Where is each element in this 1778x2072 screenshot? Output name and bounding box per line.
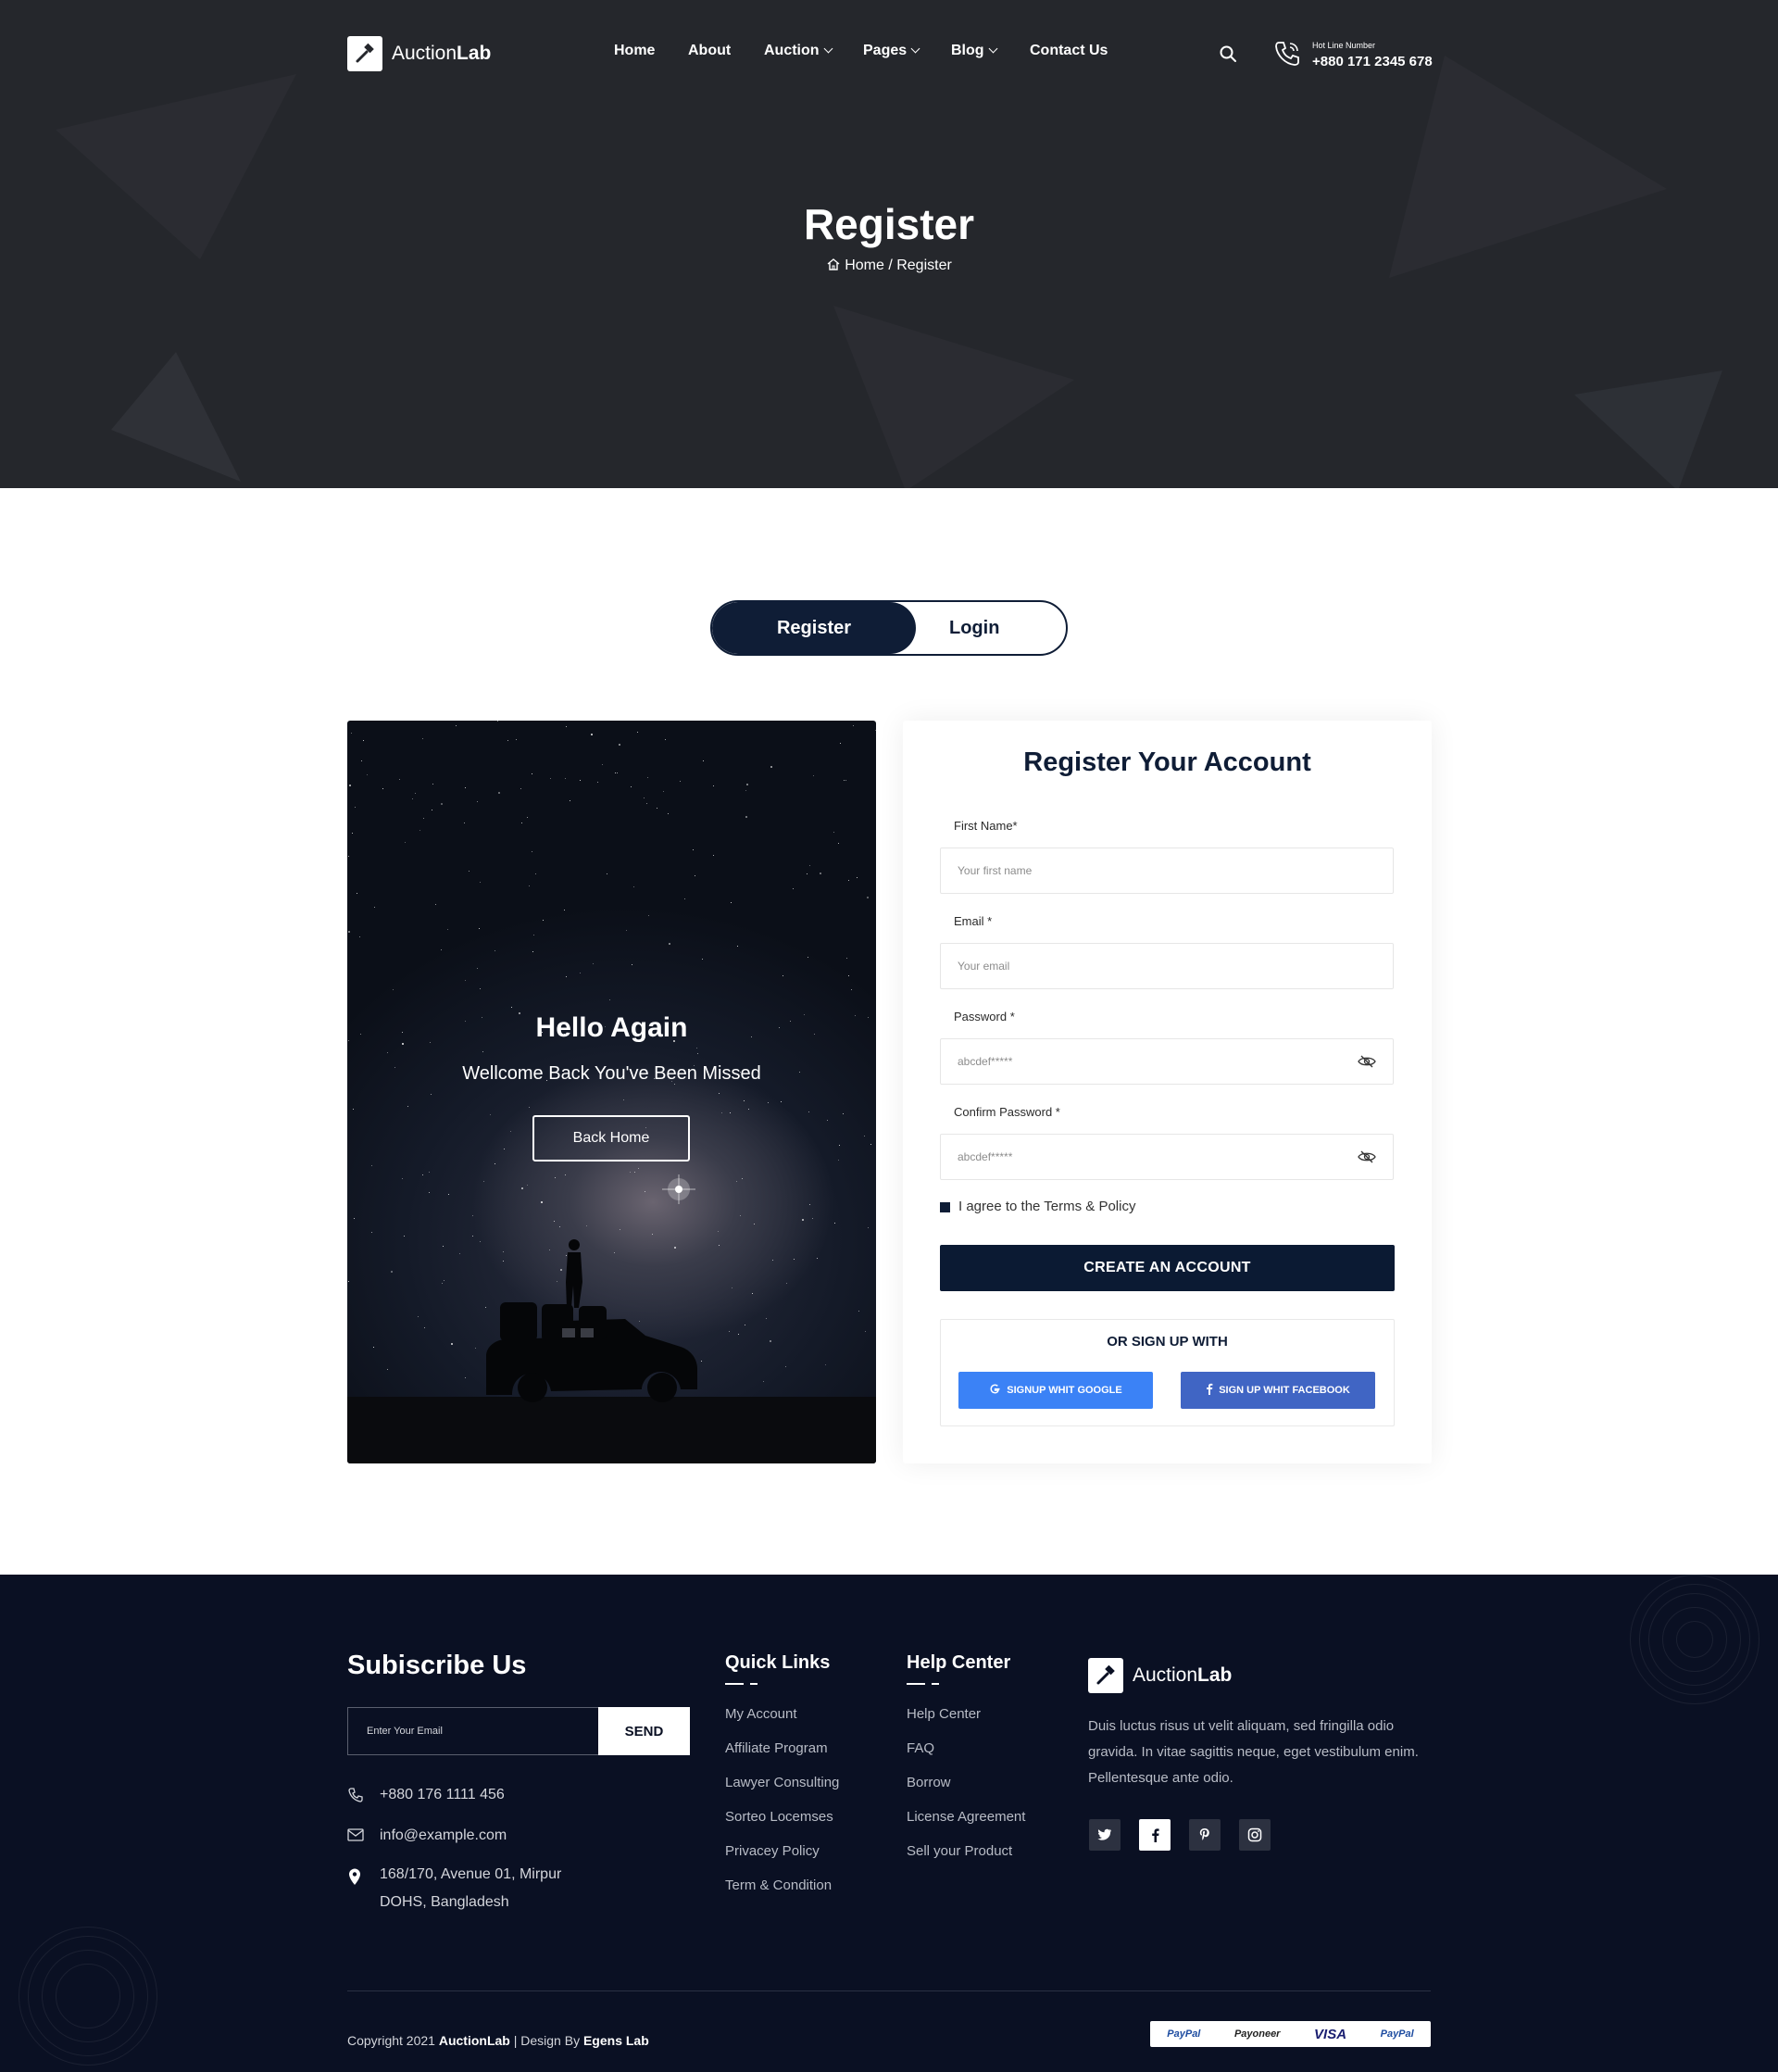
paypal-icon: PayPal <box>1167 2028 1201 2040</box>
underline-decoration <box>725 1683 744 1685</box>
chevron-down-icon <box>988 44 997 54</box>
chevron-down-icon <box>823 44 833 54</box>
quick-link-privacy[interactable]: Privacey Policy <box>725 1843 820 1859</box>
help-link-sell[interactable]: Sell your Product <box>907 1843 1012 1859</box>
site-logo[interactable]: AuctionLab <box>347 36 491 71</box>
help-link-faq[interactable]: FAQ <box>907 1740 934 1756</box>
footer-address-line1: 168/170, Avenue 01, Mirpur <box>380 1866 562 1882</box>
create-account-button[interactable]: CREATE AN ACCOUNT <box>940 1245 1395 1291</box>
subscribe-email-input[interactable] <box>347 1707 598 1755</box>
chevron-down-icon <box>910 44 920 54</box>
site-logo-text: AuctionLab <box>392 43 492 64</box>
breadcrumb: Home / Register <box>0 257 1778 276</box>
footer-phone[interactable]: +880 176 1111 456 <box>380 1781 505 1809</box>
nav-contact[interactable]: Contact Us <box>1030 43 1108 59</box>
facebook-icon[interactable] <box>1139 1819 1171 1851</box>
tab-register[interactable]: Register <box>712 602 916 654</box>
visa-icon: VISA <box>1314 2026 1347 2042</box>
auth-toggle: Register Login <box>710 600 1068 656</box>
google-signup-button[interactable]: SIGNUP WHIT GOOGLE <box>958 1372 1153 1409</box>
payoneer-icon: Payoneer <box>1233 2028 1281 2040</box>
password-label: Password * <box>954 1010 1015 1023</box>
first-name-input[interactable] <box>940 848 1394 894</box>
quick-link-my-account[interactable]: My Account <box>725 1706 797 1722</box>
hotline-label: Hot Line Number <box>1312 41 1376 50</box>
footer-email[interactable]: info@example.com <box>380 1822 507 1850</box>
site-footer <box>0 1575 1778 2072</box>
gavel-logo-icon <box>347 36 382 71</box>
phone-icon <box>347 1787 364 1803</box>
subscribe-send-button[interactable]: SEND <box>598 1707 690 1755</box>
night-sky-image <box>347 721 876 1463</box>
facebook-signup-label: SIGN UP WHIT FACEBOOK <box>1219 1385 1350 1396</box>
eye-slash-icon[interactable] <box>1358 1055 1376 1068</box>
subscribe-title: Subiscribe Us <box>347 1651 527 1680</box>
back-home-button[interactable]: Back Home <box>532 1115 690 1162</box>
footer-address-line2: DOHS, Bangladesh <box>380 1894 509 1910</box>
password-input[interactable] <box>940 1038 1394 1085</box>
gavel-logo-icon <box>1088 1658 1123 1693</box>
email-input[interactable] <box>940 943 1394 989</box>
pinterest-icon[interactable] <box>1189 1819 1221 1851</box>
first-name-label: First Name* <box>954 819 1018 833</box>
footer-about-text: Duis luctus risus ut velit aliquam, sed … <box>1088 1718 1419 1786</box>
payment-methods: PayPal Payoneer VISA PayPal <box>1150 2021 1431 2047</box>
confirm-password-input[interactable] <box>940 1134 1394 1180</box>
footer-logo-text: AuctionLab <box>1133 1664 1233 1686</box>
page-title: Register <box>803 200 975 248</box>
nav-blog[interactable]: Blog <box>951 43 997 59</box>
email-label: Email * <box>954 914 993 928</box>
terms-checkbox[interactable] <box>940 1202 950 1212</box>
confirm-password-label: Confirm Password * <box>954 1105 1060 1119</box>
underline-decoration <box>932 1683 939 1685</box>
nav-pages[interactable]: Pages <box>863 43 920 59</box>
breadcrumb-current: Register <box>896 257 952 273</box>
nav-home[interactable]: Home <box>614 43 655 59</box>
underline-decoration <box>907 1683 925 1685</box>
tab-login[interactable]: Login <box>916 602 1066 654</box>
underline-decoration <box>750 1683 758 1685</box>
breadcrumb-separator: / <box>883 257 897 273</box>
eye-slash-icon[interactable] <box>1358 1150 1376 1163</box>
hotline-number[interactable]: +880 171 2345 678 <box>1312 54 1433 69</box>
quick-links-title: Quick Links <box>725 1652 831 1673</box>
twitter-icon[interactable] <box>1089 1819 1121 1851</box>
footer-divider <box>347 1990 1431 1991</box>
promo-heading: Hello Again <box>535 1012 688 1043</box>
instagram-icon[interactable] <box>1239 1819 1271 1851</box>
paypal-icon: PayPal <box>1380 2028 1414 2040</box>
form-title: Register Your Account <box>1023 747 1311 777</box>
footer-logo[interactable]: AuctionLab <box>1088 1658 1232 1693</box>
nav-auction[interactable]: Auction <box>764 43 833 59</box>
nav-about[interactable]: About <box>688 43 731 59</box>
facebook-icon <box>1206 1383 1213 1398</box>
phone-icon <box>1272 39 1302 73</box>
help-link-help-center[interactable]: Help Center <box>907 1706 981 1722</box>
quick-link-lawyer[interactable]: Lawyer Consulting <box>725 1775 839 1790</box>
email-icon <box>347 1828 364 1845</box>
breadcrumb-home[interactable]: Home <box>845 257 884 273</box>
copyright-text: Copyright 2021 AuctionLab | Design By Eg… <box>347 2033 649 2048</box>
search-icon[interactable] <box>1219 44 1237 68</box>
google-icon <box>989 1383 1001 1398</box>
help-link-license[interactable]: License Agreement <box>907 1809 1025 1825</box>
promo-subheading: Wellcome Back You've Been Missed <box>462 1063 761 1084</box>
help-center-title: Help Center <box>907 1652 1011 1673</box>
or-signup-label: OR SIGN UP WITH <box>1107 1334 1228 1350</box>
quick-link-terms[interactable]: Term & Condition <box>725 1877 832 1893</box>
home-icon <box>826 257 841 276</box>
quick-link-sorteo[interactable]: Sorteo Locemses <box>725 1809 833 1825</box>
help-link-borrow[interactable]: Borrow <box>907 1775 951 1790</box>
quick-link-affiliate[interactable]: Affiliate Program <box>725 1740 828 1756</box>
terms-label[interactable]: I agree to the Terms & Policy <box>958 1199 1135 1214</box>
location-pin-icon <box>347 1867 364 1885</box>
google-signup-label: SIGNUP WHIT GOOGLE <box>1007 1385 1122 1396</box>
facebook-signup-button[interactable]: SIGN UP WHIT FACEBOOK <box>1181 1372 1375 1409</box>
